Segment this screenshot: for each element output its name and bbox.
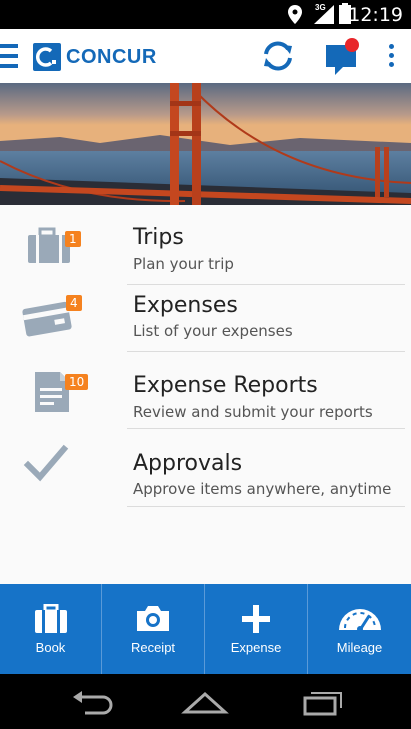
bottom-toolbar: Book Receipt Expense Mileage — [0, 584, 411, 674]
trips-badge: 1 — [65, 231, 81, 247]
overflow-menu-icon[interactable] — [384, 42, 400, 70]
receipt-button[interactable]: Receipt — [102, 584, 204, 674]
briefcase-icon: 1 — [18, 225, 86, 281]
expense-reports-badge: 10 — [65, 374, 89, 390]
status-bar: 3G 12:19 — [0, 0, 411, 29]
expense-button[interactable]: Expense — [205, 584, 307, 674]
location-icon — [288, 5, 302, 24]
divider — [127, 506, 405, 507]
menu-item-title: Expenses — [133, 293, 238, 318]
speedometer-icon — [338, 609, 381, 632]
mileage-label: Mileage — [336, 640, 383, 655]
menu-item-approvals[interactable]: Approvals Approve items anywhere, anytim… — [0, 429, 411, 507]
app-bar: CONCUR — [0, 29, 411, 83]
plus-icon — [242, 605, 270, 633]
menu-item-title: Approvals — [133, 451, 243, 476]
menu-item-subtitle: Review and submit your reports — [133, 403, 373, 421]
menu-item-expenses[interactable]: 4 Expenses List of your expenses — [0, 285, 411, 352]
checkmark-icon — [18, 439, 86, 495]
menu-item-title: Expense Reports — [133, 373, 318, 398]
expense-label: Expense — [230, 640, 282, 655]
system-navigation-bar — [0, 674, 411, 729]
back-icon[interactable] — [67, 688, 117, 716]
main-menu: 1 Trips Plan your trip 4 Expenses List o… — [0, 205, 411, 584]
sync-icon[interactable] — [259, 37, 297, 75]
mileage-button[interactable]: Mileage — [308, 584, 411, 674]
brand-name: CONCUR — [66, 45, 157, 68]
camera-icon — [137, 606, 169, 631]
receipt-label: Receipt — [130, 640, 176, 655]
menu-item-trips[interactable]: 1 Trips Plan your trip — [0, 205, 411, 285]
home-icon[interactable] — [180, 688, 230, 716]
notification-dot — [345, 38, 359, 52]
hamburger-menu-icon[interactable] — [0, 43, 20, 69]
clock: 12:19 — [348, 4, 403, 26]
messages-icon[interactable] — [323, 35, 363, 77]
expenses-badge: 4 — [66, 295, 82, 311]
book-label: Book — [35, 640, 66, 655]
concur-logo-icon — [33, 43, 61, 71]
menu-item-title: Trips — [133, 225, 184, 250]
menu-item-subtitle: List of your expenses — [133, 322, 293, 340]
signal-icon — [314, 5, 334, 24]
recent-apps-icon[interactable] — [297, 688, 347, 716]
briefcase-icon — [34, 604, 67, 633]
book-button[interactable]: Book — [0, 584, 101, 674]
concur-logo: CONCUR — [33, 43, 157, 71]
menu-item-subtitle: Approve items anywhere, anytime — [133, 480, 392, 498]
report-icon: 10 — [18, 366, 89, 422]
hero-banner — [0, 83, 411, 205]
credit-card-icon: 4 — [18, 293, 86, 349]
menu-item-expense-reports[interactable]: 10 Expense Reports Review and submit you… — [0, 352, 411, 429]
menu-item-subtitle: Plan your trip — [133, 255, 234, 273]
